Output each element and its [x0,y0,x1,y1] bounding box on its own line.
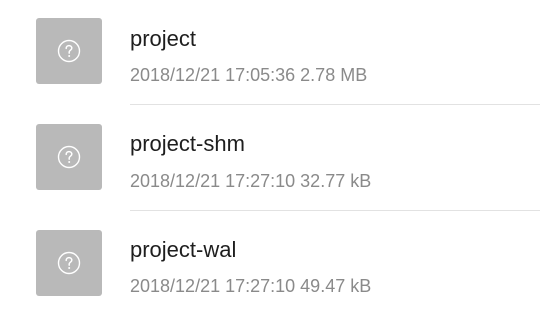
unknown-file-icon [36,124,102,190]
file-size: 2.78 MB [300,65,368,85]
file-date: 2018/12/21 17:27:10 [130,276,296,296]
question-mark-icon [57,39,81,63]
file-date: 2018/12/21 17:05:36 [130,65,296,85]
file-name: project-shm [130,131,245,156]
question-mark-icon [57,145,81,169]
file-date: 2018/12/21 17:27:10 [130,171,296,191]
file-meta: 2018/12/21 17:27:10 32.77 kB [130,170,371,192]
unknown-file-icon [36,230,102,296]
file-name: project-wal [130,237,237,262]
file-meta: 2018/12/21 17:27:10 49.47 kB [130,275,371,297]
file-size: 49.47 kB [300,276,372,296]
file-meta: 2018/12/21 17:05:36 2.78 MB [130,64,367,86]
file-size: 32.77 kB [300,171,372,191]
question-mark-icon [57,251,81,275]
file-name: project [130,26,197,51]
file-item-project-wal[interactable]: project-wal 2018/12/21 17:27:10 49.47 kB [0,211,540,311]
file-item-project[interactable]: project 2018/12/21 17:05:36 2.78 MB [0,0,540,105]
file-list: project 2018/12/21 17:05:36 2.78 MB proj… [0,0,540,311]
unknown-file-icon [36,18,102,84]
file-item-project-shm[interactable]: project-shm 2018/12/21 17:27:10 32.77 kB [0,105,540,211]
